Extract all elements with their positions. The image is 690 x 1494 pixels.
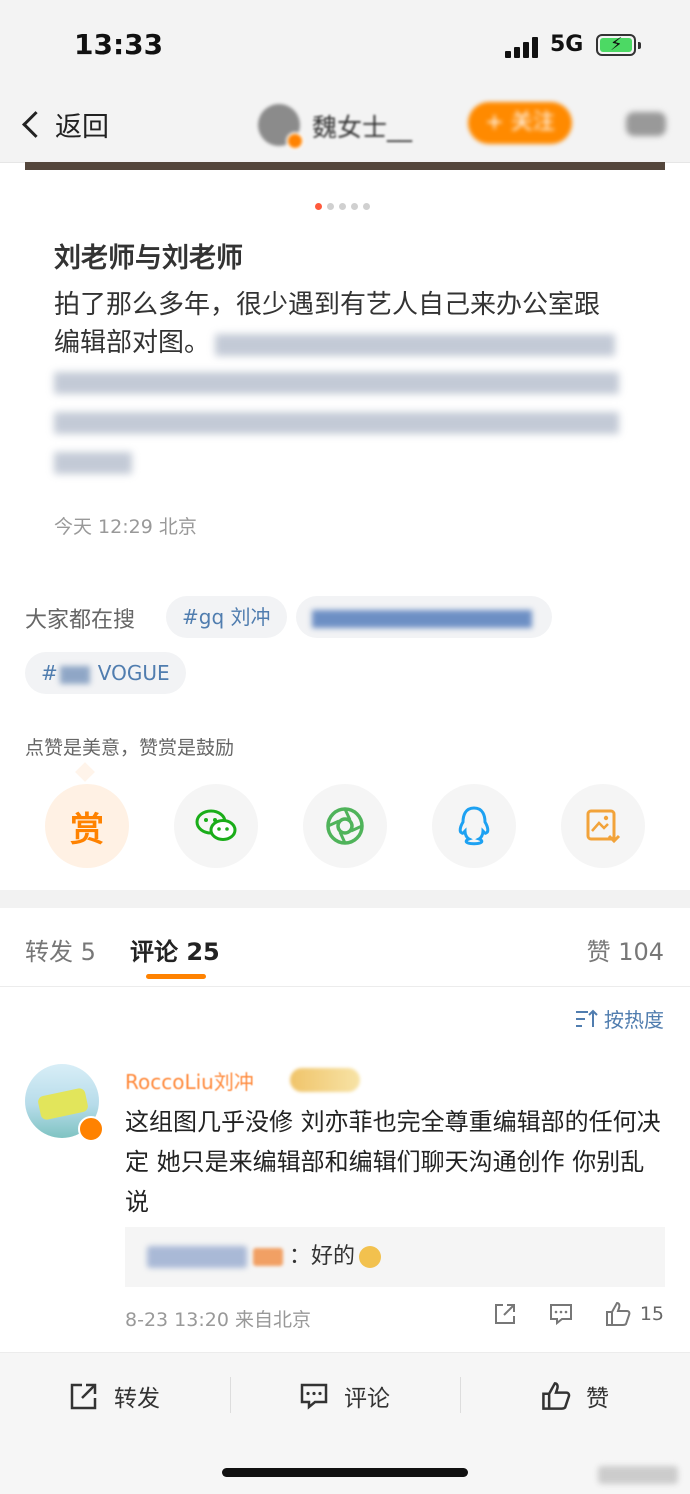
share-wechat-button[interactable]	[174, 784, 258, 868]
comment-label: 评论	[344, 1386, 390, 1412]
sort-icon	[576, 1009, 598, 1027]
comment-like-button[interactable]: 15	[604, 1300, 664, 1328]
wechat-icon	[195, 809, 237, 841]
post-body-line: 拍了那么多年，很少遇到有艺人自己来办公室跟	[54, 290, 601, 320]
reply-preview[interactable]: ：好的	[125, 1227, 665, 1287]
trending-label: 大家都在搜	[25, 608, 136, 633]
carousel-dots	[315, 203, 370, 210]
redacted-text	[54, 412, 619, 434]
tab-repost[interactable]: 转发 5	[25, 932, 96, 967]
save-image-button[interactable]	[561, 784, 645, 868]
doge-emoji-icon	[359, 1246, 382, 1268]
image-download-icon	[586, 809, 621, 844]
comment-meta: 8-23 13:20 来自北京	[125, 1309, 311, 1331]
follow-button[interactable]: + 关注	[468, 102, 572, 144]
author-avatar[interactable]	[258, 104, 304, 150]
qq-icon	[458, 806, 490, 846]
trending-tag[interactable]: # VOGUE	[25, 652, 186, 694]
sort-label: 按热度	[604, 1008, 664, 1032]
back-label: 返回	[55, 111, 109, 143]
network-type: 5G	[550, 32, 584, 57]
reward-button[interactable]: 赏	[45, 784, 129, 868]
post-image-strip[interactable]	[25, 162, 665, 170]
repost-icon	[70, 1383, 97, 1410]
nav-bar: 返回 魏女士__ + 关注	[0, 90, 690, 163]
section-divider	[0, 890, 690, 908]
reply-text: ：好的	[289, 1244, 356, 1269]
trending-tag-redacted[interactable]	[296, 596, 552, 638]
commenter-name[interactable]: RoccoLiu刘冲	[125, 1066, 254, 1095]
watermark-redacted	[598, 1466, 678, 1484]
comment-text: 这组图几乎没修 刘亦菲也完全尊重编辑部的任何决定 她只是来编辑部和编辑们聊天沟通…	[125, 1108, 661, 1216]
comment-actions: 15	[492, 1300, 664, 1328]
active-tab-indicator	[146, 974, 206, 979]
home-indicator	[222, 1468, 468, 1477]
author-name[interactable]: 魏女士__	[312, 108, 412, 144]
battery-icon: ⚡	[596, 34, 641, 56]
redacted-text	[54, 372, 619, 394]
post-title: 刘老师与刘老师	[54, 243, 243, 274]
sort-button[interactable]: 按热度	[574, 1004, 664, 1033]
trending-tag[interactable]: #gq 刘冲	[166, 596, 287, 638]
tag-label: VOGUE	[97, 661, 170, 685]
like-label: 赞	[586, 1386, 609, 1412]
repost-label: 转发	[114, 1386, 160, 1412]
tab-comments[interactable]: 评论 25	[130, 932, 220, 967]
chevron-left-icon	[22, 110, 49, 138]
more-icon[interactable]	[626, 112, 666, 136]
status-time: 13:33	[74, 28, 164, 61]
thumbs-up-icon	[605, 1301, 631, 1326]
share-icon[interactable]	[492, 1301, 518, 1327]
post-meta: 今天 12:29 北京	[54, 516, 197, 538]
share-moments-button[interactable]	[303, 784, 387, 868]
reward-hint: 点赞是美意，赞赏是鼓励	[25, 737, 235, 759]
tag-hash: #	[41, 661, 58, 685]
redacted-text	[54, 452, 132, 474]
back-button[interactable]: 返回	[18, 102, 109, 146]
vip-badge	[290, 1068, 360, 1092]
comment-icon[interactable]	[548, 1301, 574, 1327]
comment-button[interactable]: 评论	[298, 1379, 390, 1413]
comment-like-count: 15	[639, 1303, 664, 1325]
tooltip-caret	[75, 762, 95, 782]
tab-likes[interactable]: 赞 104	[587, 932, 664, 967]
like-button[interactable]: 赞	[540, 1379, 609, 1413]
signal-icon	[505, 36, 541, 58]
thumbs-up-icon	[542, 1382, 571, 1410]
redacted-text	[215, 334, 615, 356]
author-badge	[253, 1248, 283, 1266]
moments-icon	[326, 807, 364, 845]
share-qq-button[interactable]	[432, 784, 516, 868]
status-bar: 13:33 5G ⚡	[0, 0, 690, 90]
interaction-tabs: 转发 5 评论 25 赞 104	[0, 908, 690, 987]
repost-button[interactable]: 转发	[68, 1379, 160, 1413]
reply-author-redacted	[147, 1246, 247, 1268]
verified-badge	[78, 1116, 104, 1142]
comment-icon	[300, 1383, 328, 1410]
